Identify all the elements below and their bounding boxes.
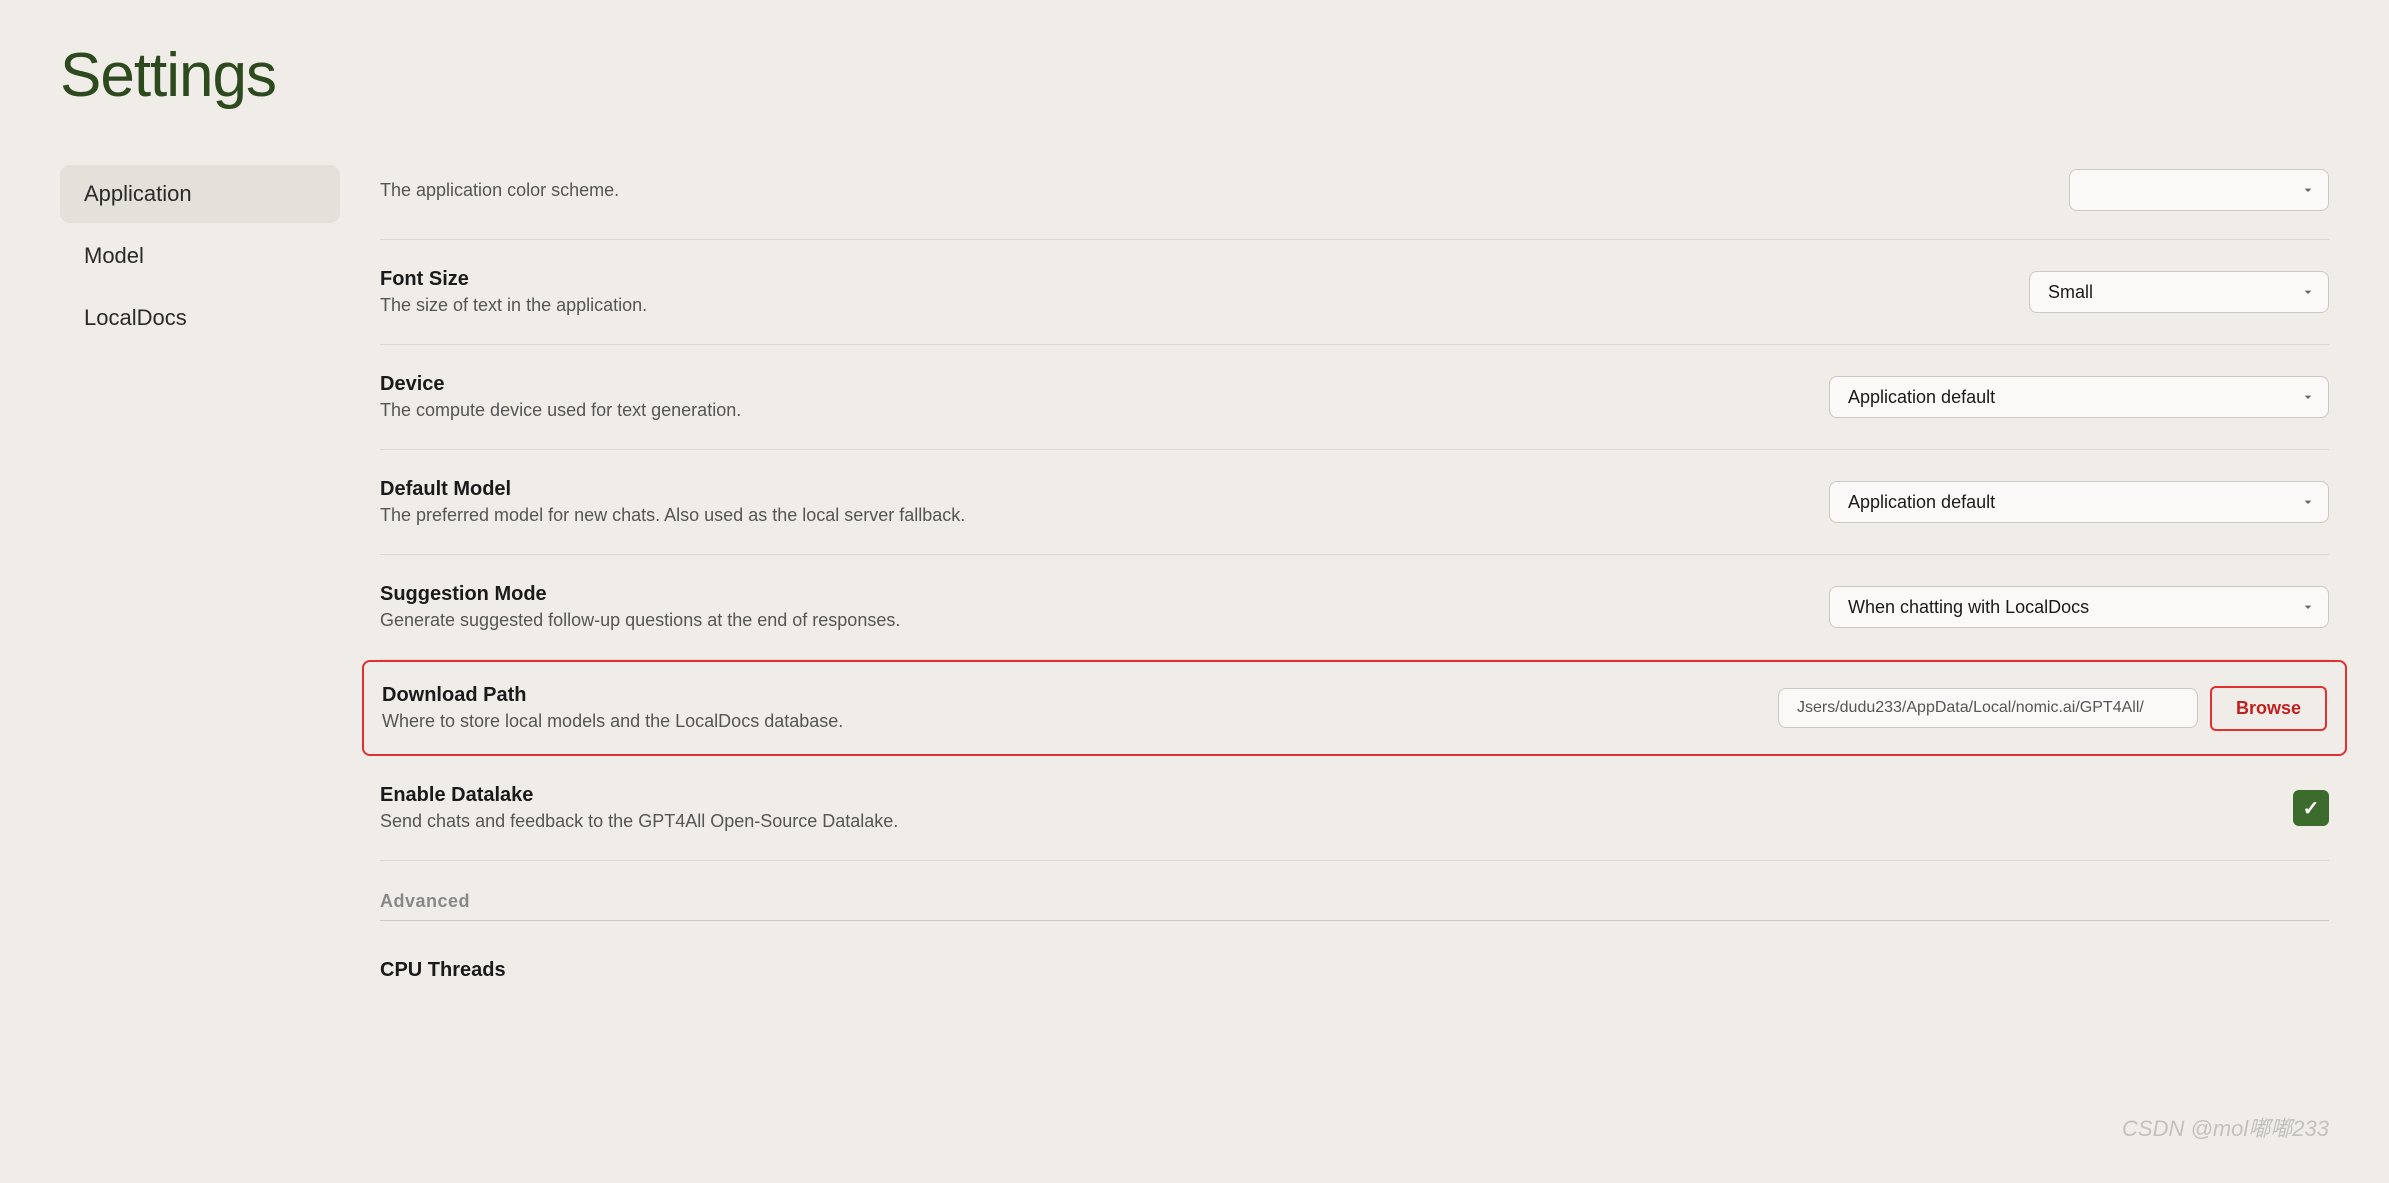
device-row: Device The compute device used for text … bbox=[380, 345, 2329, 450]
enable-datalake-info: Enable Datalake Send chats and feedback … bbox=[380, 784, 1180, 832]
enable-datalake-label: Enable Datalake bbox=[380, 784, 1180, 807]
download-path-row: Download Path Where to store local model… bbox=[362, 660, 2347, 756]
device-description: The compute device used for text generat… bbox=[380, 400, 1180, 421]
suggestion-mode-row: Suggestion Mode Generate suggested follo… bbox=[380, 555, 2329, 660]
suggestion-mode-select[interactable]: When chatting with LocalDocs Always Neve… bbox=[1829, 586, 2329, 628]
enable-datalake-control bbox=[2293, 790, 2329, 826]
font-size-row: Font Size The size of text in the applic… bbox=[380, 240, 2329, 345]
download-path-label: Download Path bbox=[382, 684, 1182, 707]
sidebar-item-model[interactable]: Model bbox=[60, 227, 340, 285]
page-container: Settings Application Model LocalDocs The… bbox=[0, 0, 2389, 1183]
device-control: Application default CPU GPU bbox=[1829, 376, 2329, 418]
download-path-description: Where to store local models and the Loca… bbox=[382, 711, 1182, 732]
color-scheme-select[interactable] bbox=[2069, 169, 2329, 211]
font-size-control: Small Medium Large bbox=[2029, 271, 2329, 313]
sidebar-item-application[interactable]: Application bbox=[60, 165, 340, 223]
cpu-threads-row: CPU Threads bbox=[380, 931, 2329, 1014]
device-info: Device The compute device used for text … bbox=[380, 373, 1180, 421]
suggestion-mode-info: Suggestion Mode Generate suggested follo… bbox=[380, 583, 1180, 631]
suggestion-mode-control: When chatting with LocalDocs Always Neve… bbox=[1829, 586, 2329, 628]
color-scheme-description: The application color scheme. bbox=[380, 180, 1180, 201]
color-scheme-row: The application color scheme. bbox=[380, 161, 2329, 240]
default-model-control: Application default bbox=[1829, 481, 2329, 523]
enable-datalake-toggle[interactable] bbox=[2293, 790, 2329, 826]
device-select[interactable]: Application default CPU GPU bbox=[1829, 376, 2329, 418]
font-size-info: Font Size The size of text in the applic… bbox=[380, 268, 1180, 316]
suggestion-mode-label: Suggestion Mode bbox=[380, 583, 1180, 606]
font-size-label: Font Size bbox=[380, 268, 1180, 291]
cpu-threads-label: CPU Threads bbox=[380, 959, 1180, 982]
default-model-label: Default Model bbox=[380, 478, 1180, 501]
enable-datalake-description: Send chats and feedback to the GPT4All O… bbox=[380, 811, 1180, 832]
watermark: CSDN @mol嘟嘟233 bbox=[2122, 1111, 2329, 1143]
default-model-description: The preferred model for new chats. Also … bbox=[380, 505, 1180, 526]
browse-button[interactable]: Browse bbox=[2210, 686, 2327, 731]
cpu-threads-info: CPU Threads bbox=[380, 959, 1180, 986]
page-title: Settings bbox=[60, 40, 2329, 111]
advanced-label: Advanced bbox=[380, 871, 2329, 920]
download-path-info: Download Path Where to store local model… bbox=[382, 684, 1182, 732]
content-area: Application Model LocalDocs The applicat… bbox=[60, 161, 2329, 1014]
main-content: The application color scheme. Font Size … bbox=[340, 161, 2329, 1014]
download-path-input[interactable] bbox=[1778, 688, 2198, 728]
suggestion-mode-description: Generate suggested follow-up questions a… bbox=[380, 610, 1180, 631]
sidebar-item-localdocs[interactable]: LocalDocs bbox=[60, 289, 340, 347]
advanced-section: Advanced bbox=[380, 871, 2329, 921]
sidebar: Application Model LocalDocs bbox=[60, 161, 340, 1014]
download-path-control: Browse bbox=[1778, 686, 2327, 731]
default-model-select[interactable]: Application default bbox=[1829, 481, 2329, 523]
enable-datalake-row: Enable Datalake Send chats and feedback … bbox=[380, 756, 2329, 861]
default-model-row: Default Model The preferred model for ne… bbox=[380, 450, 2329, 555]
color-scheme-control bbox=[2069, 169, 2329, 211]
device-label: Device bbox=[380, 373, 1180, 396]
font-size-description: The size of text in the application. bbox=[380, 295, 1180, 316]
default-model-info: Default Model The preferred model for ne… bbox=[380, 478, 1180, 526]
advanced-divider bbox=[380, 920, 2329, 921]
font-size-select[interactable]: Small Medium Large bbox=[2029, 271, 2329, 313]
